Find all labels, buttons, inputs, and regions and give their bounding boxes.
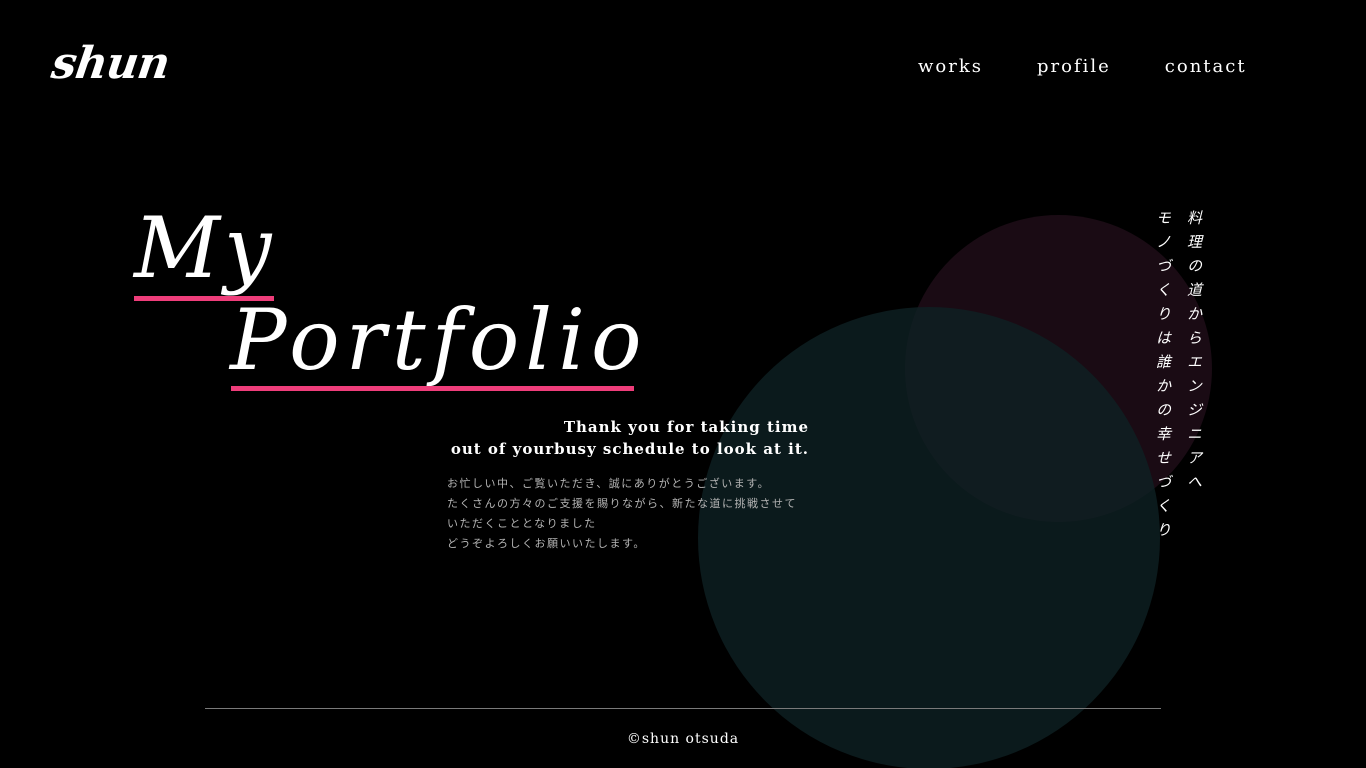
- hero-title-line1: My: [134, 199, 276, 297]
- vertical-tagline-2: モノづくりは誰かの幸せづくり: [1154, 210, 1172, 546]
- logo-link[interactable]: shun: [48, 38, 172, 89]
- main-nav: works profile contact: [918, 56, 1247, 77]
- footer-divider: [205, 708, 1161, 709]
- greeting-line: たくさんの方々のご支援を賜りながら、新たな道に挑戦させて: [447, 497, 797, 510]
- thanks-message: Thank you for taking time out of yourbus…: [451, 416, 809, 460]
- greeting-line: いただくこととなりました: [447, 517, 597, 530]
- japanese-greeting: お忙しい中、ご覧いただき、誠にありがとうございます。 たくさんの方々のご支援を賜…: [447, 474, 817, 554]
- greeting-line: どうぞよろしくお願いいたします。: [447, 537, 646, 550]
- vertical-tagline-1: 料理の道からエンジニアへ: [1185, 210, 1203, 498]
- nav-link-contact[interactable]: contact: [1165, 56, 1247, 77]
- hero-title-line2-underline: [231, 386, 634, 391]
- nav-link-works[interactable]: works: [918, 56, 983, 77]
- page: shun works profile contact My Portfolio …: [0, 0, 1366, 768]
- greeting-line: お忙しい中、ご覧いただき、誠にありがとうございます。: [447, 477, 771, 490]
- thanks-line1: Thank you for taking time: [563, 418, 809, 436]
- copyright-text: ©shun otsuda: [626, 731, 740, 747]
- thanks-line2: out of yourbusy schedule to look at it.: [450, 440, 809, 458]
- hero-title-line2: Portfolio: [230, 291, 648, 389]
- nav-link-profile[interactable]: profile: [1037, 56, 1111, 77]
